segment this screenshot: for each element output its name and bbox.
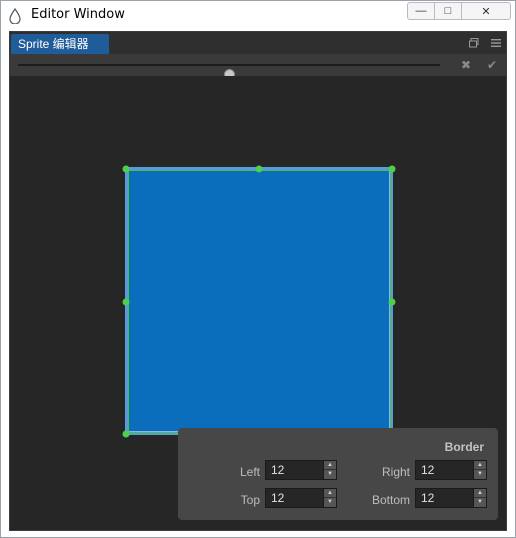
left-label: Left	[239, 465, 260, 479]
tab-strip: Sprite 编辑器	[10, 32, 506, 55]
decrement-icon[interactable]: ▼	[474, 498, 486, 507]
bottom-field[interactable]: ▲ ▼	[415, 488, 487, 508]
maximize-button[interactable]: □	[434, 2, 462, 20]
droplet-icon	[9, 8, 21, 24]
handle-top-left[interactable]	[122, 165, 130, 173]
editor-window: Editor Window — □ ✕ Sprite 编辑器 ✖ ✔ Borde…	[0, 0, 516, 538]
left-input[interactable]	[266, 461, 329, 479]
bottom-stepper[interactable]: ▲ ▼	[473, 489, 486, 507]
sprite-editor-panel: Sprite 编辑器 ✖ ✔ Border Left 12 ▲ ▼ Right …	[9, 31, 507, 531]
handle-bottom-left[interactable]	[122, 430, 130, 438]
border-settings: Border Left ▲ ▼ Right ▲ ▼	[178, 428, 498, 520]
maximize-icon: □	[444, 5, 452, 17]
sprite-preview[interactable]	[125, 167, 393, 435]
handle-top-right[interactable]	[388, 165, 396, 173]
confirm-icon[interactable]: ✔	[484, 57, 500, 73]
cancel-icon[interactable]: ✖	[458, 57, 474, 73]
increment-icon[interactable]: ▲	[474, 461, 486, 470]
bottom-label: Bottom	[371, 493, 410, 507]
minimize-button[interactable]: —	[407, 2, 435, 20]
bottom-input[interactable]	[416, 489, 479, 507]
window-title: Editor Window	[31, 7, 125, 22]
decrement-icon[interactable]: ▼	[324, 470, 336, 479]
minimize-icon: —	[415, 5, 427, 17]
handle-top-center[interactable]	[255, 165, 263, 173]
sprite-canvas[interactable]: Border Left ▲ ▼ Right ▲ ▼	[10, 76, 506, 530]
menu-icon[interactable]	[490, 37, 502, 49]
increment-icon[interactable]: ▲	[474, 489, 486, 498]
top-field[interactable]: ▲ ▼	[265, 488, 337, 508]
decrement-icon[interactable]: ▼	[324, 498, 336, 507]
right-field[interactable]: ▲ ▼	[415, 460, 487, 480]
editor-toolbar: ✖ ✔	[10, 54, 506, 80]
close-icon: ✕	[481, 5, 491, 18]
top-stepper[interactable]: ▲ ▼	[323, 489, 336, 507]
handle-middle-right[interactable]	[388, 298, 396, 306]
top-label: Top	[240, 493, 260, 507]
right-stepper[interactable]: ▲ ▼	[473, 461, 486, 479]
right-label: Right	[381, 465, 410, 479]
title-bar[interactable]: Editor Window — □ ✕	[1, 1, 515, 31]
restore-window-icon[interactable]	[468, 37, 480, 49]
decrement-icon[interactable]: ▼	[474, 470, 486, 479]
close-button[interactable]: ✕	[461, 2, 511, 20]
right-input[interactable]	[416, 461, 479, 479]
handle-middle-left[interactable]	[122, 298, 130, 306]
zoom-slider[interactable]	[18, 64, 440, 80]
border-title: Border	[444, 440, 484, 454]
increment-icon[interactable]: ▲	[324, 489, 336, 498]
increment-icon[interactable]: ▲	[324, 461, 336, 470]
left-stepper[interactable]: ▲ ▼	[323, 461, 336, 479]
left-field[interactable]: ▲ ▼	[265, 460, 337, 480]
top-input[interactable]	[266, 489, 329, 507]
tab-sprite-editor[interactable]: Sprite 编辑器	[11, 34, 109, 54]
